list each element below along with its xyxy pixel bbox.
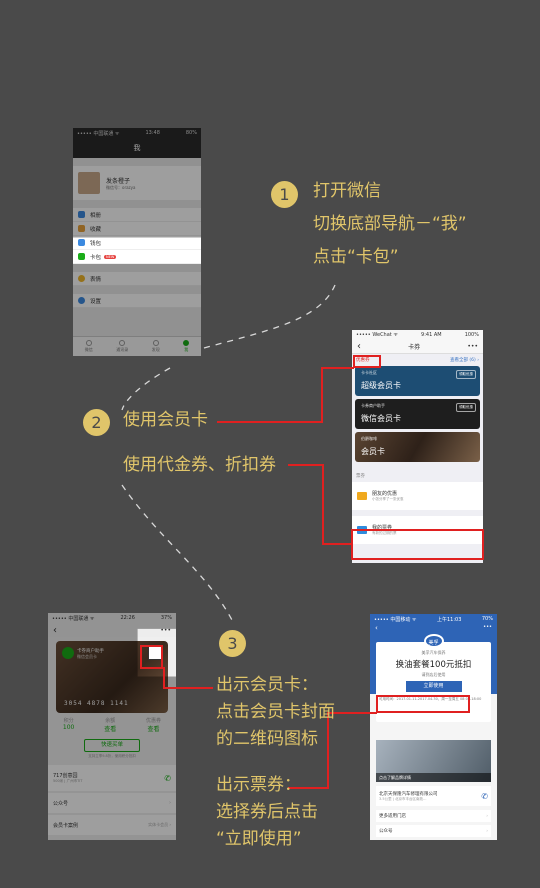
step-1-text: 打开微信 切换底部导航－“我” 点击“卡包”: [313, 181, 467, 268]
step-2-extra-text: 使用代金券、折扣券: [123, 455, 276, 475]
new-badge: NEW: [104, 254, 117, 259]
menu-group-cards: 卡包 NEW: [73, 250, 201, 264]
step-2-text: 使用会员卡: [123, 410, 208, 430]
card-package-icon: [78, 253, 85, 260]
menu-item-card-package[interactable]: 卡包 NEW: [73, 250, 201, 264]
dashed-flow-path: [121, 284, 336, 621]
step-2-badge: 2: [83, 409, 110, 436]
step-3-card-text: 出示会员卡： 点击会员卡封面 的二维码图标: [216, 675, 335, 750]
step-3-ticket-text: 出示票券： 选择券后点击 “立即使用”: [216, 775, 318, 850]
step-1-badge: 1: [271, 181, 298, 208]
step-3-badge: 3: [219, 630, 246, 657]
